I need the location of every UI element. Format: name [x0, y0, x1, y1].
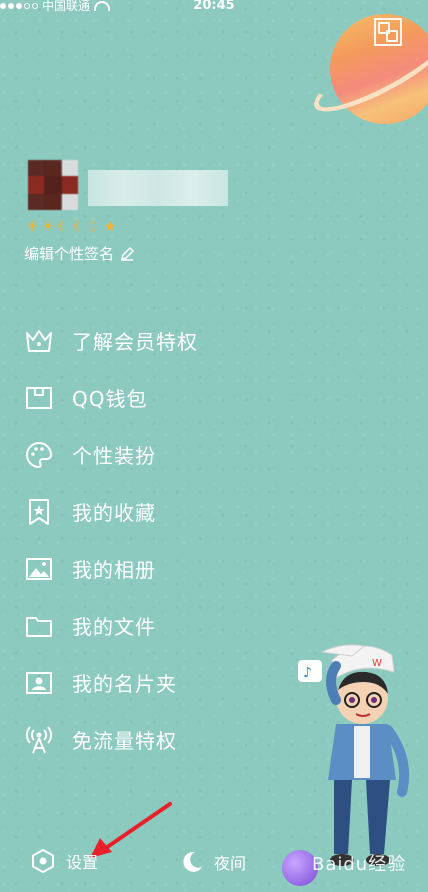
settings-icon: [32, 849, 54, 873]
signal-tower-icon: [24, 725, 54, 755]
menu-item-label: 了解会员特权: [72, 330, 198, 354]
menu-item-label: 我的收藏: [72, 501, 156, 525]
menu-item-data-free[interactable]: 免流量特权: [0, 711, 300, 768]
menu-item-album[interactable]: 我的相册: [0, 540, 300, 597]
palette-icon: [24, 440, 54, 470]
folder-icon: [24, 611, 54, 641]
menu-item-label: 我的相册: [72, 558, 156, 582]
settings-label: 设置: [66, 853, 99, 872]
menu-item-files[interactable]: 我的文件: [0, 597, 300, 654]
moon-icon: ☾: [57, 219, 70, 235]
svg-text:W: W: [372, 658, 382, 669]
signature-edit[interactable]: 编辑个性签名: [24, 243, 135, 264]
watermark: Baidu经验: [312, 854, 407, 875]
menu-item-label: 我的文件: [72, 615, 156, 639]
moon-icon: [183, 851, 202, 872]
moon-icon: ☾: [88, 219, 101, 235]
crown-icon: [24, 326, 54, 356]
menu-item-label: 免流量特权: [72, 729, 177, 753]
contact-card-icon: [24, 668, 54, 698]
qr-code-icon[interactable]: [374, 18, 402, 46]
night-mode-button[interactable]: 夜间: [180, 850, 246, 874]
menu-item-personalize[interactable]: 个性装扮: [0, 426, 300, 483]
menu-item-label: 我的名片夹: [72, 672, 177, 696]
signature-label: 编辑个性签名: [24, 245, 115, 263]
sun-icon: ☀: [26, 219, 39, 235]
sun-icon: ☀: [41, 219, 55, 235]
avatar[interactable]: [28, 160, 78, 210]
menu-item-vip[interactable]: 了解会员特权: [0, 312, 300, 369]
side-menu: 了解会员特权 QQ钱包 个性装扮 我的收藏 我的相册 我的文件 我的名片夹 免流…: [0, 312, 300, 768]
bookmark-icon: [24, 497, 54, 527]
svg-text:♪: ♪: [303, 665, 312, 681]
settings-button[interactable]: 设置: [30, 848, 98, 874]
bottom-bar: 设置 夜间 Baidu经验: [0, 832, 428, 892]
menu-item-cards[interactable]: 我的名片夹: [0, 654, 300, 711]
menu-item-wallet[interactable]: QQ钱包: [0, 369, 300, 426]
clock: 20:45: [193, 0, 235, 13]
star-icon: ★: [103, 219, 117, 235]
nickname-blurred[interactable]: [88, 170, 228, 206]
status-bar: 中国联通 20:45: [0, 0, 428, 14]
pencil-icon: [120, 246, 135, 261]
moon-icon: ☾: [72, 219, 86, 235]
wallet-icon: [24, 383, 54, 413]
photo-icon: [24, 554, 54, 584]
menu-item-label: 个性装扮: [72, 444, 156, 468]
menu-item-label: QQ钱包: [72, 387, 148, 411]
menu-item-favorites[interactable]: 我的收藏: [0, 483, 300, 540]
level-badges[interactable]: ☀ ☀ ☾ ☾ ☾ ★: [26, 220, 116, 234]
night-mode-label: 夜间: [214, 854, 247, 873]
